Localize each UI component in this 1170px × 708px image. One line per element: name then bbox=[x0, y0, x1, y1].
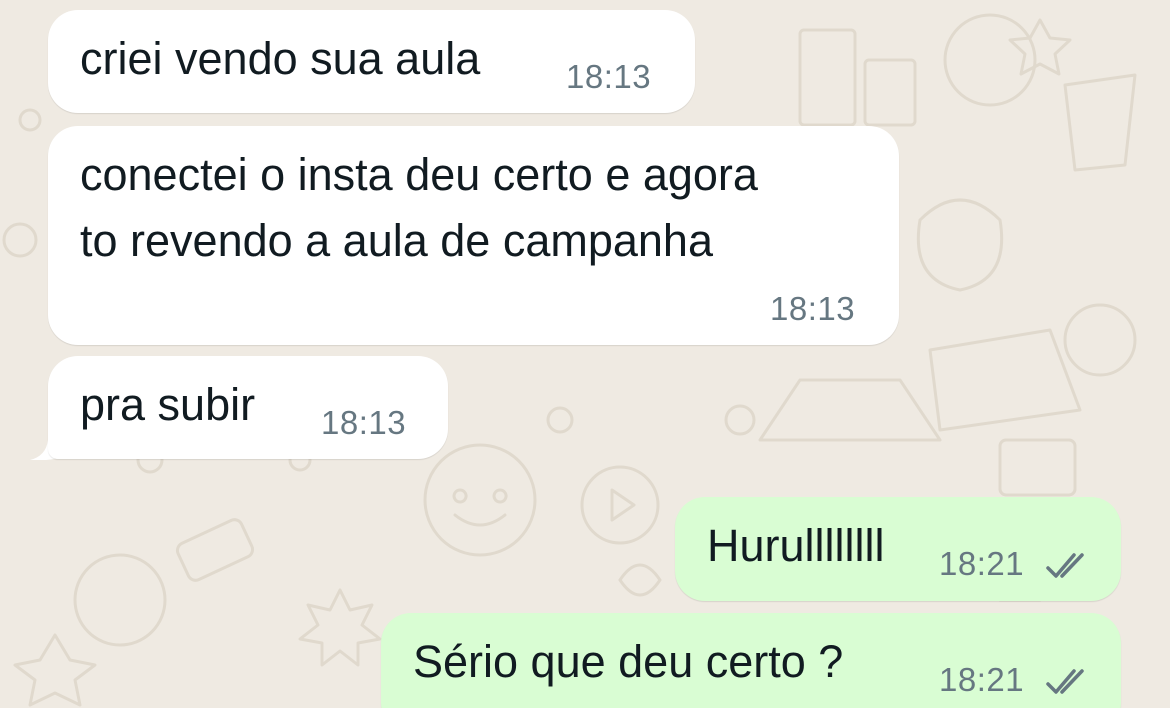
message-timestamp: 18:21 bbox=[939, 661, 1025, 698]
message-text: Sério que deu certo ? bbox=[413, 636, 844, 687]
message-bubble-incoming[interactable]: pra subir 18:13 bbox=[48, 356, 448, 459]
double-check-icon bbox=[1046, 553, 1084, 578]
message-text: criei vendo sua aula bbox=[80, 33, 481, 84]
message-bubble-outgoing[interactable]: Hurullllllll 18:21 bbox=[675, 497, 1121, 601]
message-bubble-incoming[interactable]: conectei o insta deu certo e agora to re… bbox=[48, 126, 899, 345]
message-text: to revendo a aula de campanha bbox=[80, 215, 713, 266]
message-timestamp: 18:13 bbox=[321, 404, 407, 441]
message-text: pra subir bbox=[80, 379, 256, 430]
message-text: conectei o insta deu certo e agora bbox=[80, 149, 758, 200]
message-bubble-outgoing[interactable]: Sério que deu certo ? 18:21 bbox=[381, 613, 1121, 708]
double-check-icon bbox=[1046, 669, 1084, 694]
message-timestamp: 18:13 bbox=[566, 58, 652, 95]
message-bubble-incoming[interactable]: criei vendo sua aula 18:13 bbox=[48, 10, 695, 113]
message-text: Hurullllllll bbox=[707, 520, 885, 571]
message-timestamp: 18:13 bbox=[770, 290, 856, 327]
message-timestamp: 18:21 bbox=[939, 545, 1025, 582]
